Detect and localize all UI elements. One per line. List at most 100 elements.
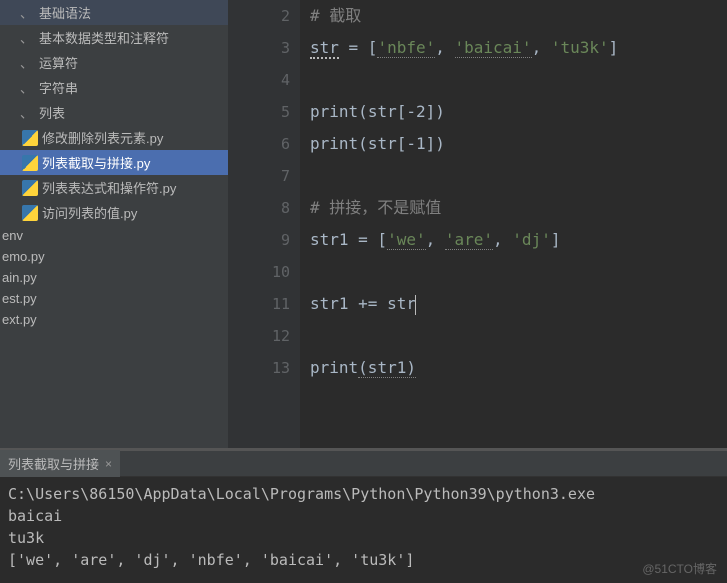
tree-item-3[interactable]: 、字符串	[0, 75, 228, 100]
code-line[interactable]	[310, 160, 717, 192]
tree-item-label: 列表	[39, 103, 65, 122]
tree-item-6[interactable]: 列表截取与拼接.py	[0, 150, 228, 175]
tree-item-label: 修改删除列表元素.py	[42, 128, 163, 147]
code-line[interactable]	[310, 64, 717, 96]
tree-item-10[interactable]: emo.py	[0, 246, 228, 267]
tree-item-label: 基础语法	[39, 3, 91, 22]
line-number: 12	[228, 320, 290, 352]
code-token: 'tu3k'	[551, 38, 609, 57]
line-number: 10	[228, 256, 290, 288]
code-token: # 拼接，不是赋值	[310, 198, 441, 217]
tree-item-13[interactable]: ext.py	[0, 309, 228, 330]
code-line[interactable]: print(str[-1])	[310, 128, 717, 160]
tree-item-5[interactable]: 修改删除列表元素.py	[0, 125, 228, 150]
line-number: 11	[228, 288, 290, 320]
code-token: [-	[397, 102, 416, 121]
line-number: 8	[228, 192, 290, 224]
code-line[interactable]: # 截取	[310, 0, 717, 32]
code-token: ])	[426, 134, 445, 153]
line-number: 7	[228, 160, 290, 192]
line-number: 4	[228, 64, 290, 96]
tree-item-label: env	[2, 228, 23, 243]
tree-item-2[interactable]: 、运算符	[0, 50, 228, 75]
bullet-icon: 、	[20, 3, 33, 22]
code-token: = [	[339, 38, 378, 57]
line-number: 9	[228, 224, 290, 256]
code-token: ,	[532, 38, 551, 57]
tree-item-12[interactable]: est.py	[0, 288, 228, 309]
tree-item-label: 访问列表的值.py	[42, 203, 137, 222]
bullet-icon: 、	[20, 78, 33, 97]
console-tabs: 列表截取与拼接 ×	[0, 451, 727, 477]
bullet-icon: 、	[20, 28, 33, 47]
python-file-icon	[22, 130, 38, 146]
console-line: tu3k	[8, 527, 719, 549]
tree-item-label: 运算符	[39, 53, 78, 72]
tree-item-label: ext.py	[2, 312, 37, 327]
code-line[interactable]: str1 += str	[310, 288, 717, 320]
console-line: ['we', 'are', 'dj', 'nbfe', 'baicai', 't…	[8, 549, 719, 571]
code-line[interactable]: # 拼接，不是赋值	[310, 192, 717, 224]
line-number: 2	[228, 0, 290, 32]
console-tab[interactable]: 列表截取与拼接 ×	[0, 450, 120, 477]
bullet-icon: 、	[20, 103, 33, 122]
text-cursor	[415, 295, 416, 315]
console-tab-label: 列表截取与拼接	[8, 454, 99, 473]
bullet-icon: 、	[20, 53, 33, 72]
watermark: @51CTO博客	[642, 560, 717, 577]
code-line[interactable]	[310, 320, 717, 352]
tree-item-label: 基本数据类型和注释符	[39, 28, 169, 47]
tree-item-4[interactable]: 、列表	[0, 100, 228, 125]
tree-item-8[interactable]: 访问列表的值.py	[0, 200, 228, 225]
code-token: str	[368, 134, 397, 153]
code-token: ])	[426, 102, 445, 121]
code-token: ]	[551, 230, 561, 249]
line-number: 3	[228, 32, 290, 64]
code-token: print	[310, 134, 358, 153]
code-token: ,	[493, 230, 512, 249]
code-token: str	[310, 38, 339, 59]
code-token: 'nbfe'	[377, 38, 435, 58]
tree-item-9[interactable]: env	[0, 225, 228, 246]
python-file-icon	[22, 205, 38, 221]
project-sidebar: 、基础语法、基本数据类型和注释符、运算符、字符串、列表修改删除列表元素.py列表…	[0, 0, 228, 448]
code-line[interactable]: print(str1)	[310, 352, 717, 384]
code-token: print	[310, 102, 358, 121]
console-line: C:\Users\86150\AppData\Local\Programs\Py…	[8, 483, 719, 505]
code-token: str1 = [	[310, 230, 387, 249]
code-token: ,	[426, 230, 445, 249]
python-file-icon	[22, 180, 38, 196]
code-line[interactable]: print(str[-2])	[310, 96, 717, 128]
code-editor[interactable]: # 截取str = ['nbfe', 'baicai', 'tu3k']prin…	[300, 0, 727, 448]
tree-item-0[interactable]: 、基础语法	[0, 0, 228, 25]
tree-item-label: emo.py	[2, 249, 45, 264]
line-number: 13	[228, 352, 290, 384]
code-token: ,	[435, 38, 454, 57]
code-token: [-	[397, 134, 416, 153]
code-line[interactable]: str1 = ['we', 'are', 'dj']	[310, 224, 717, 256]
tree-item-label: 列表表达式和操作符.py	[42, 178, 176, 197]
line-number: 6	[228, 128, 290, 160]
code-token: print	[310, 358, 358, 377]
code-token: 'we'	[387, 230, 426, 250]
tree-item-label: 字符串	[39, 78, 78, 97]
code-token: str1 +=	[310, 294, 387, 313]
tree-item-7[interactable]: 列表表达式和操作符.py	[0, 175, 228, 200]
tree-item-label: est.py	[2, 291, 37, 306]
python-file-icon	[22, 155, 38, 171]
console-line: baicai	[8, 505, 719, 527]
tree-item-11[interactable]: ain.py	[0, 267, 228, 288]
tree-item-label: ain.py	[2, 270, 37, 285]
code-token: 1	[416, 134, 426, 153]
code-token: ]	[609, 38, 619, 57]
code-token: str	[368, 102, 397, 121]
code-token: 2	[416, 102, 426, 121]
code-token: (str1)	[358, 358, 416, 378]
line-gutter: 2345678910111213	[228, 0, 300, 448]
tree-item-label: 列表截取与拼接.py	[42, 153, 150, 172]
code-line[interactable]: str = ['nbfe', 'baicai', 'tu3k']	[310, 32, 717, 64]
code-token: 'baicai'	[455, 38, 532, 58]
close-icon[interactable]: ×	[105, 457, 112, 471]
tree-item-1[interactable]: 、基本数据类型和注释符	[0, 25, 228, 50]
code-line[interactable]	[310, 256, 717, 288]
